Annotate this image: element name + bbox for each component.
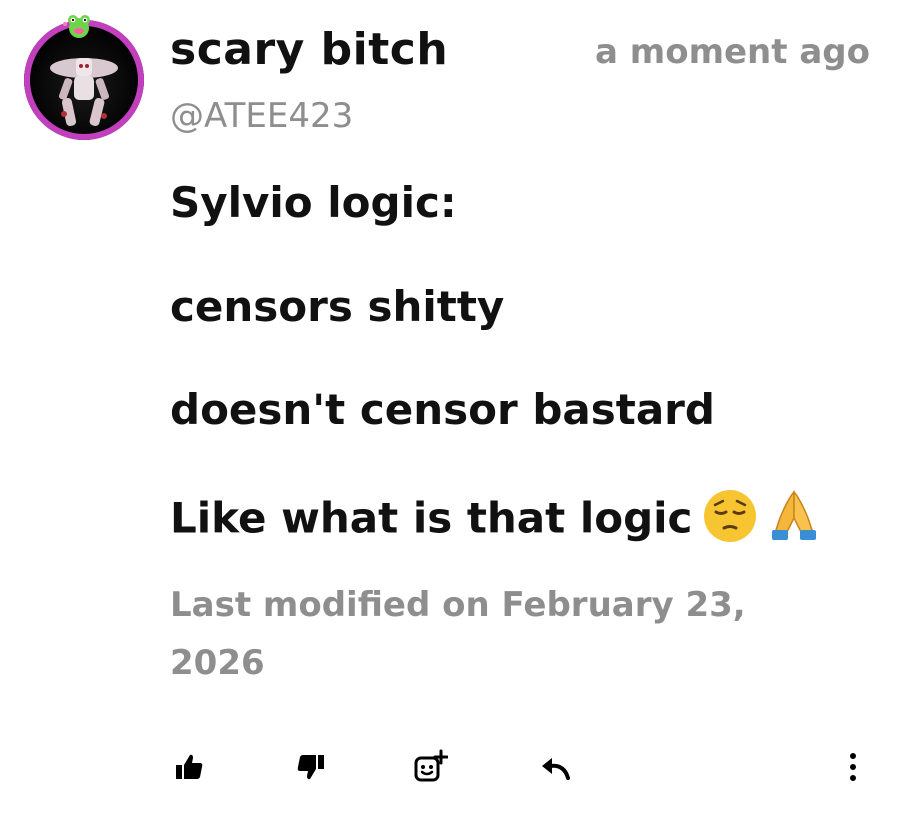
reply-button[interactable] xyxy=(536,748,574,786)
comment-line: censors shitty xyxy=(170,282,505,331)
comment-line: doesn't censor bastard xyxy=(170,385,715,434)
reply-icon xyxy=(542,758,570,780)
more-options-button[interactable] xyxy=(834,748,872,786)
thumbs-up-icon xyxy=(176,754,203,779)
more-vertical-icon xyxy=(850,753,856,781)
like-button[interactable] xyxy=(170,748,208,786)
dislike-button[interactable] xyxy=(292,748,330,786)
comment-line: Sylvio logic: xyxy=(170,178,457,227)
frog-badge-icon xyxy=(63,15,90,38)
thumbs-down-icon xyxy=(297,755,324,780)
timestamp: a moment ago xyxy=(595,32,870,72)
avatar[interactable] xyxy=(24,20,144,140)
last-modified-note: Last modified on February 23, 2026 xyxy=(170,585,746,683)
folded-hands-icon xyxy=(768,488,820,554)
comment-line-with-emoji: Like what is that logic xyxy=(170,488,820,554)
add-reaction-button[interactable] xyxy=(411,748,449,786)
author-name[interactable]: scary bitch xyxy=(170,24,448,75)
add-reaction-icon xyxy=(414,749,448,782)
pensive-face-icon xyxy=(702,488,758,554)
avatar-figure xyxy=(50,58,118,126)
comment-line-text: Like what is that logic xyxy=(170,493,693,543)
author-handle[interactable]: @ATEE423 xyxy=(170,96,353,136)
